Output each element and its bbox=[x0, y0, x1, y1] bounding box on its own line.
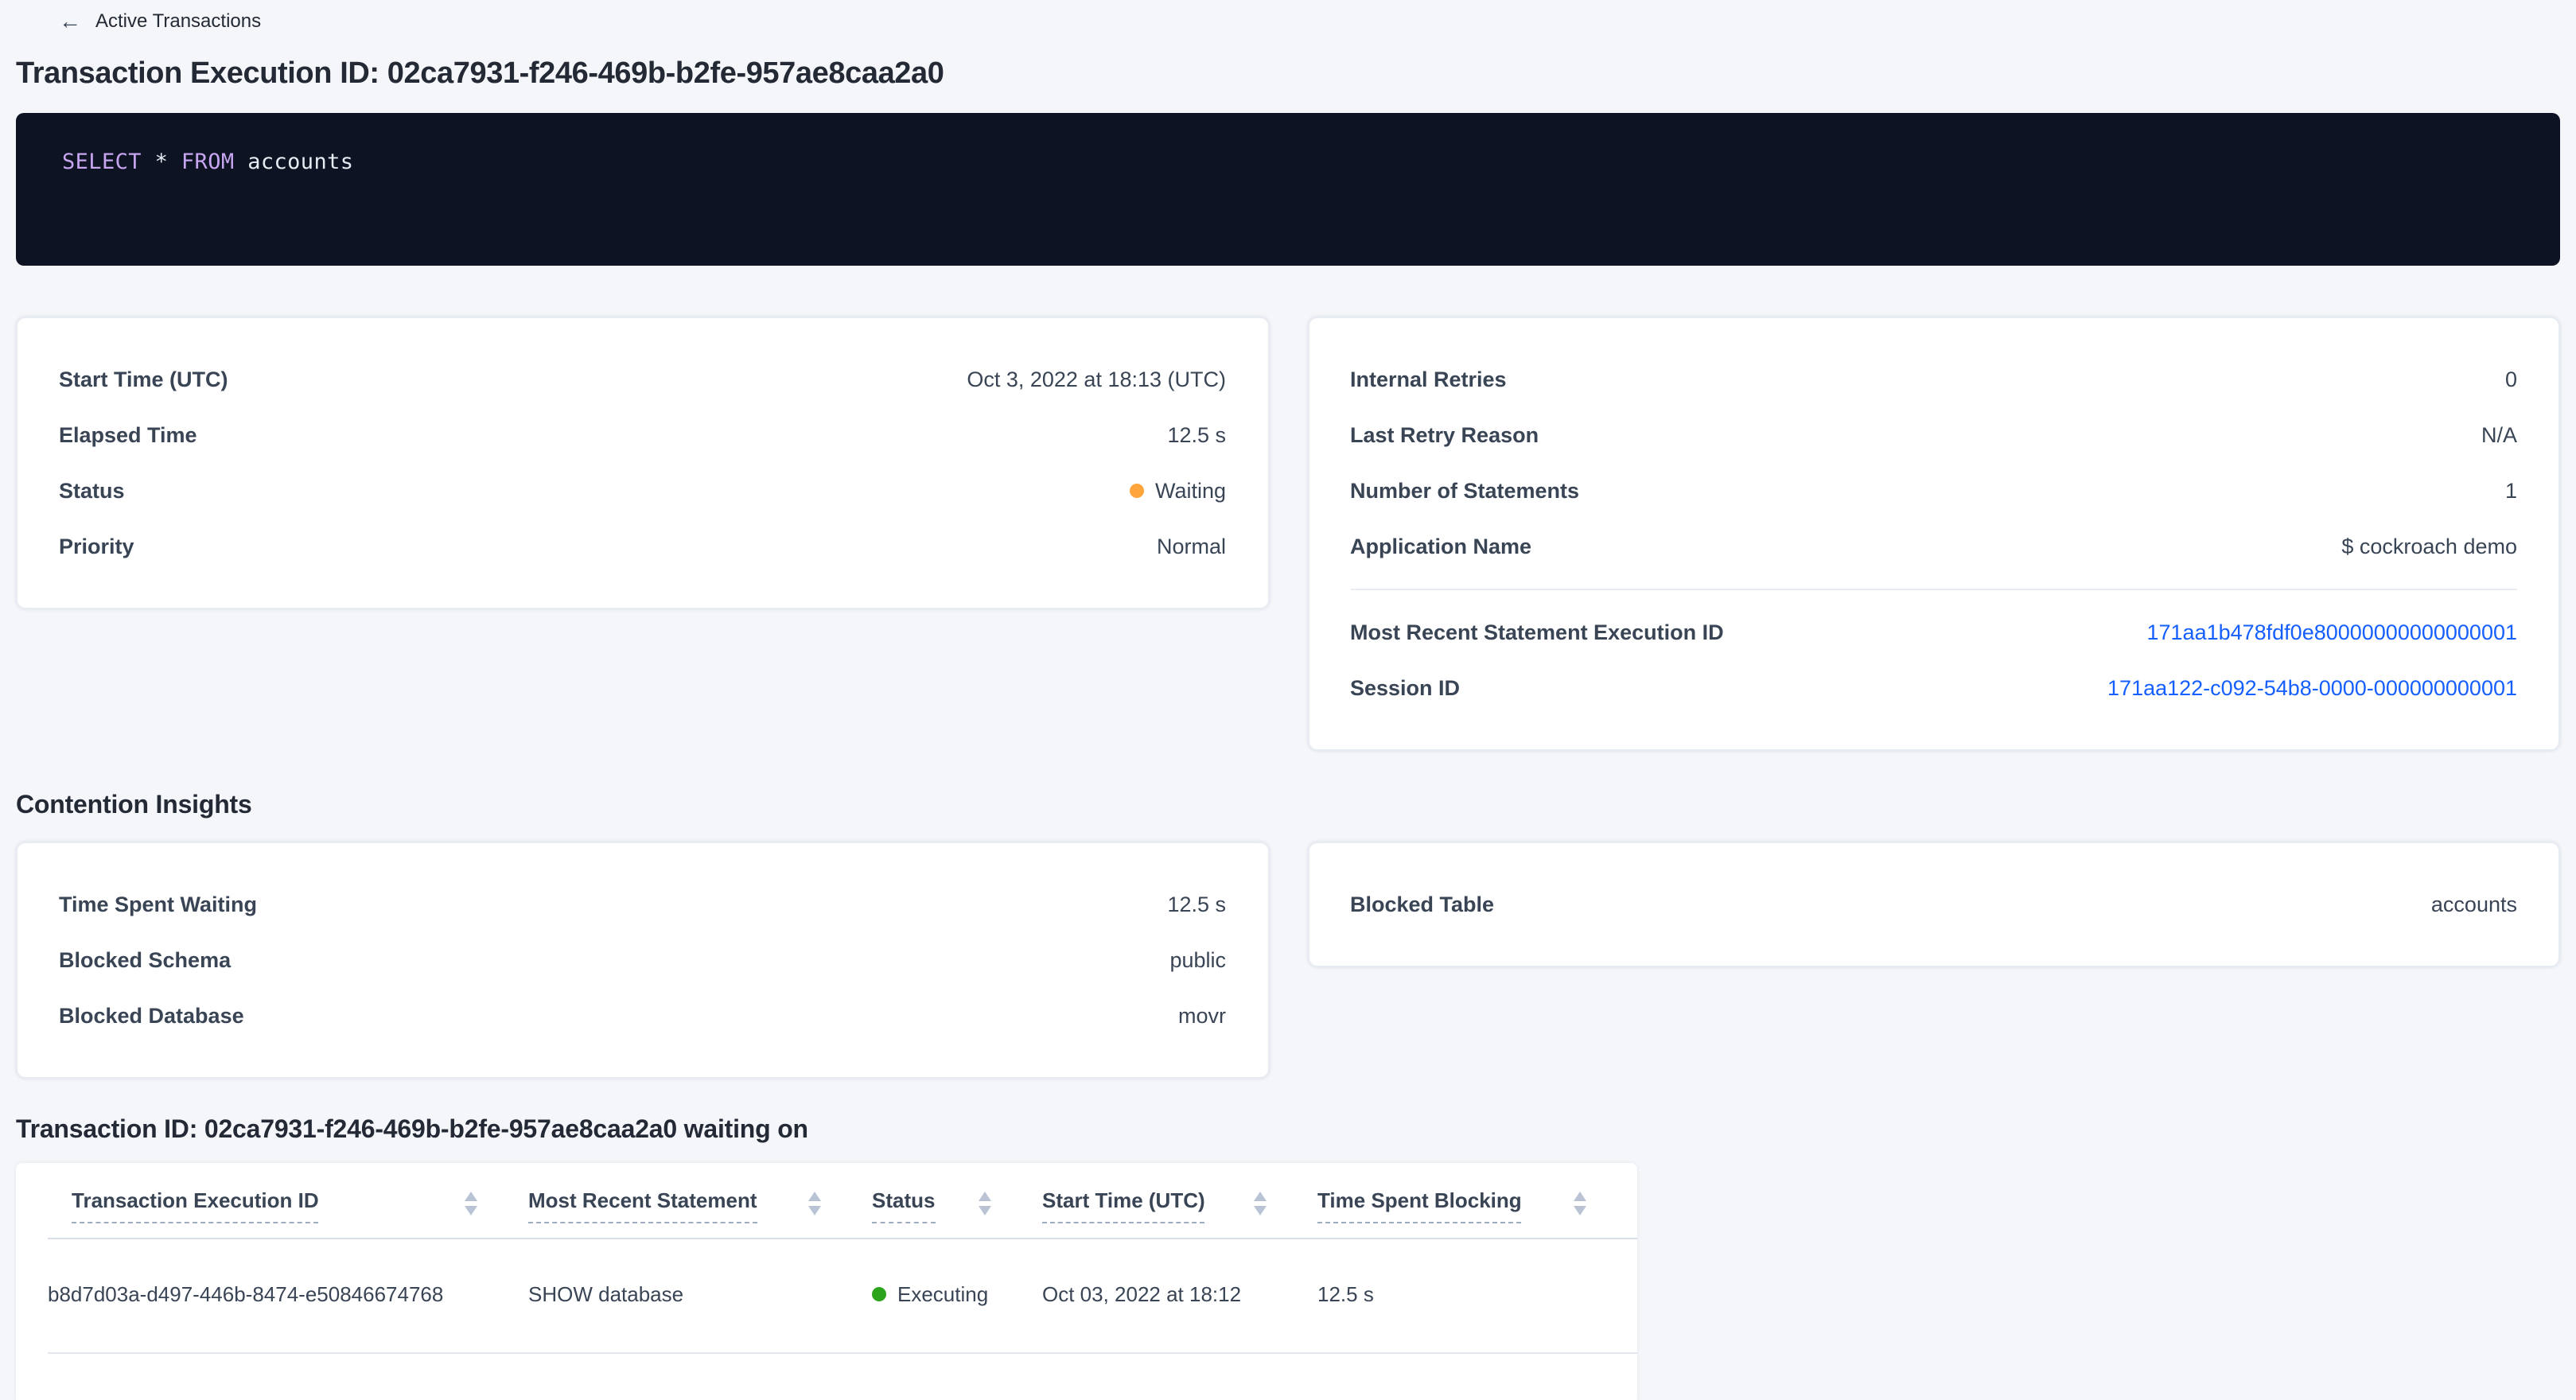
column-header-label: Most Recent Statement bbox=[528, 1188, 757, 1223]
card-divider bbox=[1350, 589, 2517, 590]
contention-left-card: Time Spent Waiting 12.5 s Blocked Schema… bbox=[16, 842, 1269, 1079]
blocked-schema-label: Blocked Schema bbox=[59, 948, 231, 972]
column-header-label: Transaction Execution ID bbox=[72, 1188, 319, 1223]
blocked-table-label: Blocked Table bbox=[1350, 892, 1494, 916]
table-header-row: Transaction Execution ID Most Recent Sta… bbox=[48, 1163, 1637, 1239]
transaction-summary-card: Start Time (UTC) Oct 3, 2022 at 18:13 (U… bbox=[16, 317, 1269, 609]
column-header-label: Time Spent Blocking bbox=[1317, 1188, 1522, 1223]
statement-execution-id-row: Most Recent Statement Execution ID 171aa… bbox=[1350, 605, 2517, 660]
back-link-label: Active Transactions bbox=[95, 10, 261, 32]
time-spent-waiting-label: Time Spent Waiting bbox=[59, 892, 257, 916]
column-header-transaction-execution-id[interactable]: Transaction Execution ID bbox=[48, 1163, 528, 1239]
priority-value: Normal bbox=[1157, 535, 1226, 558]
session-id-row: Session ID 171aa122-c092-54b8-0000-00000… bbox=[1350, 660, 2517, 716]
cell-most-recent-statement: SHOW database bbox=[528, 1239, 872, 1353]
elapsed-time-row: Elapsed Time 12.5 s bbox=[59, 407, 1226, 463]
application-name-label: Application Name bbox=[1350, 535, 1531, 558]
time-spent-waiting-row: Time Spent Waiting 12.5 s bbox=[59, 877, 1226, 932]
sort-icon bbox=[979, 1192, 991, 1215]
session-id-link[interactable]: 171aa122-c092-54b8-0000-000000000001 bbox=[2107, 676, 2517, 700]
contention-right-card: Blocked Table accounts bbox=[1307, 842, 2560, 967]
elapsed-time-value: 12.5 s bbox=[1167, 423, 1226, 447]
blocked-table-value: accounts bbox=[2431, 892, 2517, 916]
cell-time-spent-blocking: 12.5 s bbox=[1317, 1239, 1637, 1353]
waiting-on-table-card: Transaction Execution ID Most Recent Sta… bbox=[16, 1163, 1637, 1400]
priority-label: Priority bbox=[59, 535, 134, 558]
column-header-time-spent-blocking[interactable]: Time Spent Blocking bbox=[1317, 1163, 1637, 1239]
waiting-on-table: Transaction Execution ID Most Recent Sta… bbox=[48, 1163, 1637, 1354]
active-transaction-details-page: ← Active Transactions Transaction Execut… bbox=[0, 0, 2576, 1365]
back-arrow-icon: ← bbox=[59, 10, 81, 32]
sort-icon bbox=[465, 1192, 477, 1215]
statement-execution-id-link[interactable]: 171aa1b478fdf0e80000000000000001 bbox=[2147, 620, 2518, 644]
sql-statement-text: SELECT * FROM accounts bbox=[62, 150, 353, 175]
column-header-label: Status bbox=[872, 1188, 935, 1223]
cell-transaction-execution-id: b8d7d03a-d497-446b-8474-e50846674768 bbox=[48, 1239, 528, 1353]
waiting-status-dot-icon bbox=[1130, 484, 1144, 498]
sort-icon bbox=[1574, 1192, 1586, 1215]
internal-retries-label: Internal Retries bbox=[1350, 368, 1507, 391]
sort-icon bbox=[808, 1192, 821, 1215]
sort-icon bbox=[1254, 1192, 1267, 1215]
status-value-text: Waiting bbox=[1155, 479, 1226, 503]
cell-status-text: Executing bbox=[897, 1282, 988, 1306]
status-label: Status bbox=[59, 479, 125, 503]
time-spent-waiting-value: 12.5 s bbox=[1167, 892, 1226, 916]
start-time-value: Oct 3, 2022 at 18:13 (UTC) bbox=[967, 368, 1226, 391]
sql-keyword-select: SELECT bbox=[62, 150, 142, 175]
contention-insights-heading: Contention Insights bbox=[16, 792, 2560, 821]
top-navigation: ← Active Transactions bbox=[16, 0, 2560, 37]
start-time-label: Start Time (UTC) bbox=[59, 368, 228, 391]
last-retry-reason-label: Last Retry Reason bbox=[1350, 423, 1539, 447]
column-header-start-time[interactable]: Start Time (UTC) bbox=[1042, 1163, 1317, 1239]
last-retry-reason-row: Last Retry Reason N/A bbox=[1350, 407, 2517, 463]
contention-cards-row: Time Spent Waiting 12.5 s Blocked Schema… bbox=[16, 842, 2560, 1079]
last-retry-reason-value: N/A bbox=[2481, 423, 2517, 447]
number-of-statements-row: Number of Statements 1 bbox=[1350, 463, 2517, 519]
number-of-statements-label: Number of Statements bbox=[1350, 479, 1579, 503]
cell-status: Executing bbox=[872, 1239, 1042, 1353]
column-header-label: Start Time (UTC) bbox=[1042, 1188, 1205, 1223]
executing-status-dot-icon bbox=[872, 1287, 886, 1301]
priority-row: Priority Normal bbox=[59, 519, 1226, 574]
cell-start-time: Oct 03, 2022 at 18:12 bbox=[1042, 1239, 1317, 1353]
session-id-label: Session ID bbox=[1350, 676, 1460, 700]
blocked-database-label: Blocked Database bbox=[59, 1004, 244, 1028]
blocked-database-row: Blocked Database movr bbox=[59, 988, 1226, 1044]
back-to-active-transactions-link[interactable]: ← Active Transactions bbox=[59, 10, 261, 32]
blocked-table-row: Blocked Table accounts bbox=[1350, 877, 2517, 932]
sql-statement-box: SELECT * FROM accounts bbox=[16, 113, 2560, 266]
sql-star: * bbox=[155, 150, 169, 175]
internal-retries-value: 0 bbox=[2505, 368, 2517, 391]
statement-execution-id-label: Most Recent Statement Execution ID bbox=[1350, 620, 1724, 644]
application-name-value: $ cockroach demo bbox=[2341, 535, 2517, 558]
page-title: Transaction Execution ID: 02ca7931-f246-… bbox=[16, 57, 2560, 92]
waiting-on-heading: Transaction ID: 02ca7931-f246-469b-b2fe-… bbox=[16, 1117, 2560, 1145]
sql-keyword-from: FROM bbox=[181, 150, 235, 175]
blocked-schema-value: public bbox=[1169, 948, 1226, 972]
blocked-database-value: movr bbox=[1178, 1004, 1226, 1028]
sql-table-name: accounts bbox=[247, 150, 353, 175]
status-row: Status Waiting bbox=[59, 463, 1226, 519]
column-header-status[interactable]: Status bbox=[872, 1163, 1042, 1239]
summary-cards-row: Start Time (UTC) Oct 3, 2022 at 18:13 (U… bbox=[16, 317, 2560, 751]
elapsed-time-label: Elapsed Time bbox=[59, 423, 197, 447]
internal-retries-row: Internal Retries 0 bbox=[1350, 352, 2517, 407]
execution-details-card: Internal Retries 0 Last Retry Reason N/A… bbox=[1307, 317, 2560, 751]
waiting-transaction-row: b8d7d03a-d497-446b-8474-e50846674768 SHO… bbox=[48, 1239, 1637, 1353]
status-value: Waiting bbox=[1130, 479, 1226, 503]
column-header-most-recent-statement[interactable]: Most Recent Statement bbox=[528, 1163, 872, 1239]
application-name-row: Application Name $ cockroach demo bbox=[1350, 519, 2517, 574]
number-of-statements-value: 1 bbox=[2505, 479, 2517, 503]
start-time-row: Start Time (UTC) Oct 3, 2022 at 18:13 (U… bbox=[59, 352, 1226, 407]
blocked-schema-row: Blocked Schema public bbox=[59, 932, 1226, 988]
